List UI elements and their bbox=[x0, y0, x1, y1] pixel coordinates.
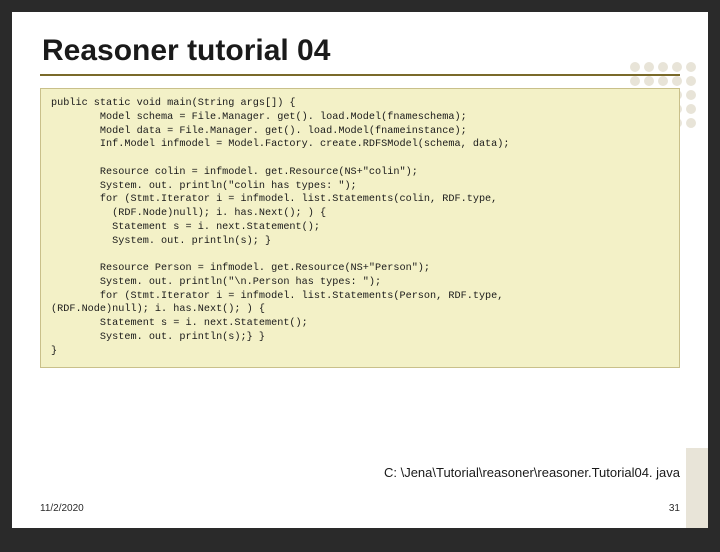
slide: Reasoner tutorial 04 public static void … bbox=[12, 12, 708, 528]
file-path-label: C: \Jena\Tutorial\reasoner\reasoner.Tuto… bbox=[384, 465, 680, 480]
decorative-footer-side bbox=[686, 448, 708, 528]
slide-date: 11/2/2020 bbox=[40, 503, 84, 514]
title-underline bbox=[40, 74, 680, 76]
slide-title: Reasoner tutorial 04 bbox=[42, 34, 330, 68]
code-block: public static void main(String args[]) {… bbox=[40, 88, 680, 368]
slide-page-number: 31 bbox=[669, 503, 680, 514]
